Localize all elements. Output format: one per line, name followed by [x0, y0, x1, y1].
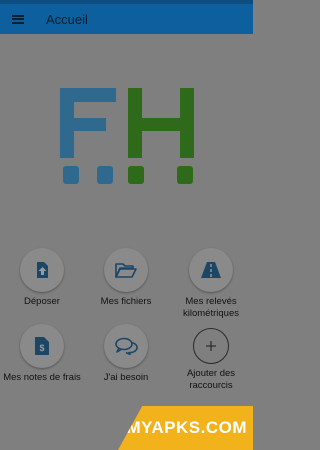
tile-circle [193, 328, 229, 364]
upload-icon [37, 262, 48, 278]
svg-text:$: $ [39, 343, 44, 353]
tile-jai-besoin[interactable]: J'ai besoin [84, 324, 168, 384]
watermark-text: MYAPKS.COM [126, 418, 247, 437]
receipt-dollar-icon: $ [35, 337, 49, 355]
tile-ajouter-des-raccourcis[interactable]: Ajouter des raccourcis [169, 324, 253, 392]
fh-logo [60, 88, 194, 184]
menu-button[interactable] [0, 4, 36, 34]
tile-label: Déposer [24, 296, 60, 307]
tile-mes-notes-de-frais[interactable]: $ Mes notes de frais [0, 324, 84, 384]
plus-icon [206, 341, 216, 351]
tile-label: J'ai besoin [103, 372, 149, 383]
chat-bubbles-icon [115, 337, 138, 355]
tile-mes-releves-kilometriques[interactable]: Mes relevés kilométriques [169, 248, 253, 320]
tile-label: Mes relevés kilométriques [183, 296, 239, 319]
app-bar: Accueil [0, 4, 253, 34]
road-icon [201, 262, 221, 278]
watermark-banner: MYAPKS.COM [118, 406, 253, 450]
tile-circle: $ [20, 324, 64, 368]
tile-label: Mes fichiers [100, 296, 152, 307]
tile-circle [189, 248, 233, 292]
tile-label: Mes notes de frais [3, 372, 81, 383]
tile-circle [104, 248, 148, 292]
folder-open-icon [115, 263, 137, 278]
tile-mes-fichiers[interactable]: Mes fichiers [84, 248, 168, 308]
page-title: Accueil [46, 11, 88, 27]
tile-deposer[interactable]: Déposer [0, 248, 84, 308]
tile-circle [104, 324, 148, 368]
tile-circle [20, 248, 64, 292]
hamburger-menu-icon [12, 14, 24, 24]
tile-label: Ajouter des raccourcis [186, 368, 236, 391]
